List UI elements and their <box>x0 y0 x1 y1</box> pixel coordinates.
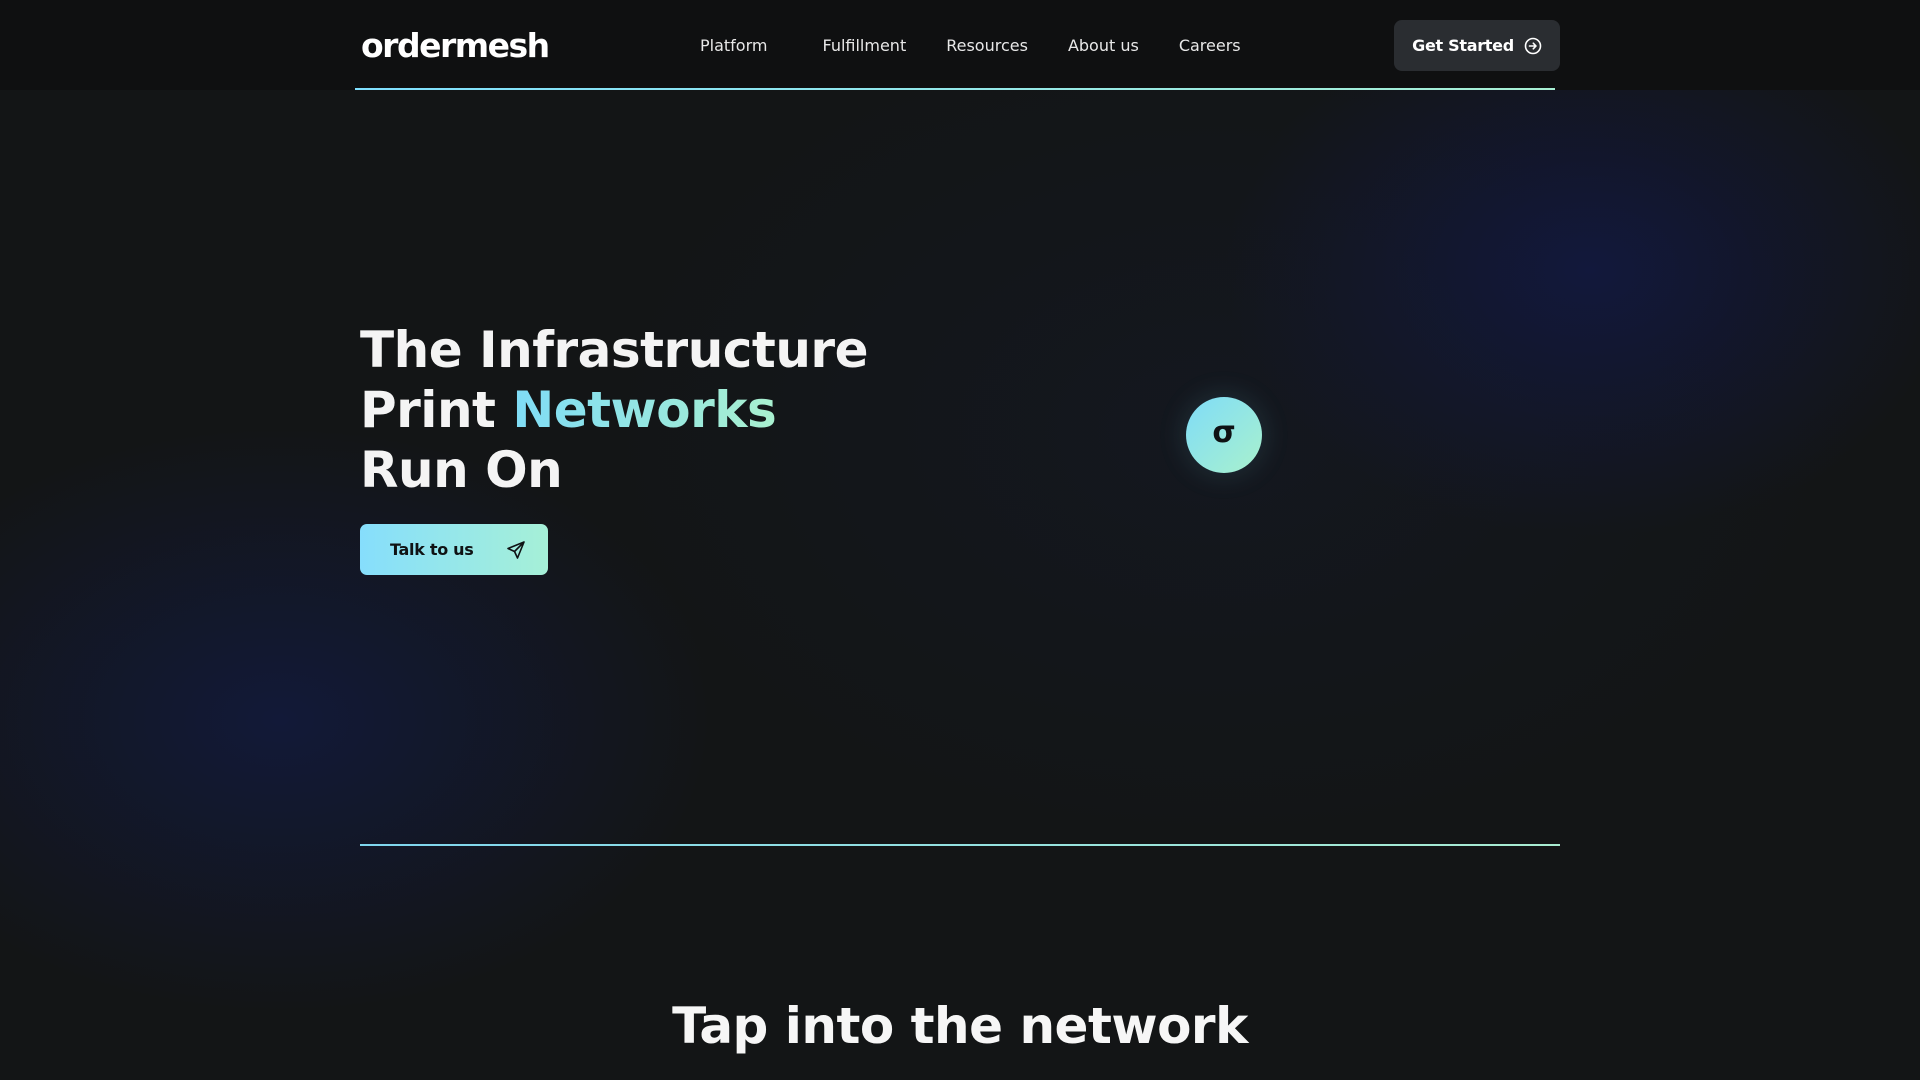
hero-title-line-1: The Infrastructure <box>360 321 869 379</box>
get-started-label: Get Started <box>1412 36 1514 55</box>
sigma-glyph-icon: σ <box>1212 415 1236 450</box>
nav-underline <box>355 88 1555 90</box>
hero-title-line-2-prefix: Print <box>360 381 496 439</box>
ordermesh-logo[interactable]: ordermesh <box>361 22 550 68</box>
hero-title: The Infrastructure Print Networks Run On <box>360 320 920 500</box>
nav-link-platform[interactable]: Platform <box>700 36 767 55</box>
hero-title-line-3: Run On <box>360 441 563 499</box>
hero-logo-badge: σ <box>1186 397 1262 473</box>
circle-arrow-right-icon <box>1524 37 1542 55</box>
section-title: Tap into the network <box>672 997 1248 1055</box>
get-started-button[interactable]: Get Started <box>1394 20 1560 71</box>
section-divider <box>360 844 1560 846</box>
nav-link-fulfillment[interactable]: Fulfillment <box>822 36 906 55</box>
nav-link-careers[interactable]: Careers <box>1179 36 1241 55</box>
hero-title-highlight: Networks <box>512 381 777 439</box>
page: ordermesh Platform Fulfillment Resources… <box>0 0 1920 1080</box>
main-nav: Platform Fulfillment Resources About us … <box>700 28 1281 62</box>
nav-link-resources[interactable]: Resources <box>946 36 1028 55</box>
nav-link-about-us[interactable]: About us <box>1068 36 1139 55</box>
talk-to-us-button[interactable]: Talk to us <box>360 524 548 575</box>
top-navbar: ordermesh Platform Fulfillment Resources… <box>0 0 1920 90</box>
talk-to-us-label: Talk to us <box>390 540 474 559</box>
send-icon <box>506 540 526 560</box>
